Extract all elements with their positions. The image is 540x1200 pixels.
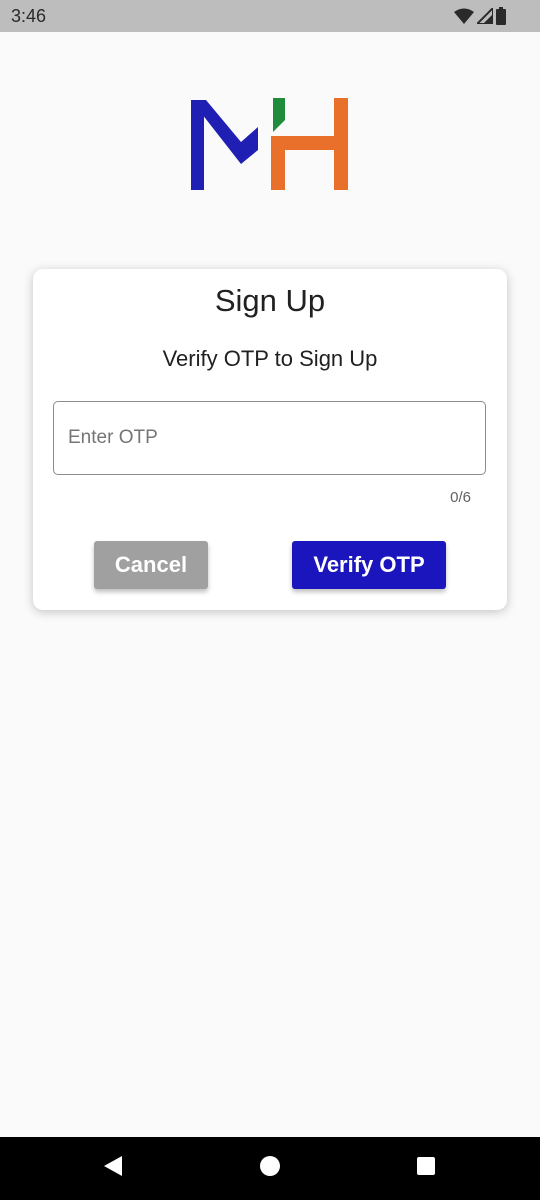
wifi-icon <box>454 8 474 24</box>
recents-button[interactable] <box>396 1137 456 1200</box>
status-bar: 3:46 <box>0 0 540 32</box>
battery-icon <box>496 7 506 25</box>
otp-field[interactable] <box>53 401 486 475</box>
sign-up-dialog: Sign Up Verify OTP to Sign Up 0/6 Cancel… <box>33 269 507 610</box>
dialog-subtitle: Verify OTP to Sign Up <box>162 346 378 371</box>
recents-icon <box>416 1156 436 1181</box>
cellular-signal-icon <box>477 8 493 24</box>
back-button[interactable] <box>83 1137 143 1200</box>
otp-character-counter: 0/6 <box>450 489 471 506</box>
otp-input[interactable] <box>68 402 468 474</box>
home-button[interactable] <box>240 1137 300 1200</box>
dialog-title: Sign Up <box>214 283 326 318</box>
system-nav-bar <box>0 1137 540 1200</box>
status-icons <box>454 7 506 25</box>
home-icon <box>259 1155 281 1182</box>
back-icon <box>103 1155 123 1182</box>
status-time: 3:46 <box>11 6 47 26</box>
verify-otp-button[interactable]: Verify OTP <box>292 541 446 589</box>
cancel-button[interactable]: Cancel <box>94 541 208 589</box>
app-logo <box>188 94 352 194</box>
